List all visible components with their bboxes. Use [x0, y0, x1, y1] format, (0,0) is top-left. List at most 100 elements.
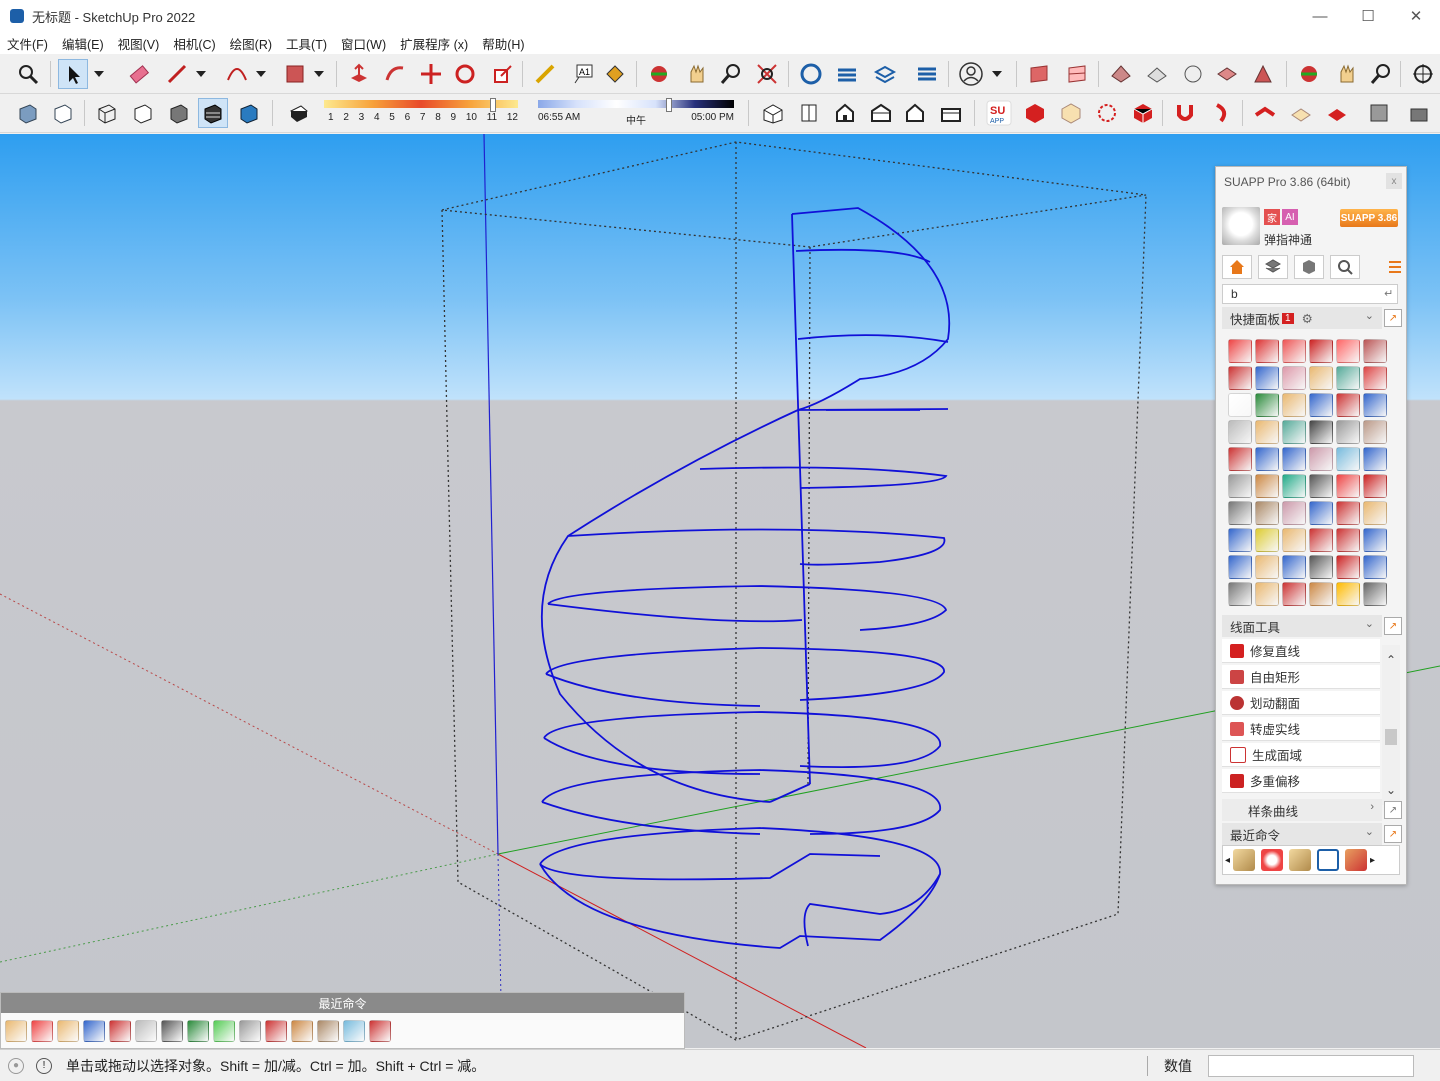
suapp-tool-1-icon[interactable] — [1250, 98, 1280, 128]
recent-command-icon[interactable] — [265, 1020, 287, 1042]
shaded-style-icon[interactable] — [164, 98, 194, 128]
quick-tool-icon[interactable] — [1336, 474, 1360, 498]
quick-tool-icon[interactable] — [1363, 582, 1387, 606]
scroll-down-icon[interactable]: ⌄ — [1386, 783, 1396, 797]
quick-tool-icon[interactable] — [1228, 555, 1252, 579]
quick-tool-icon[interactable] — [1309, 393, 1333, 417]
zoom-icon[interactable] — [716, 59, 746, 89]
recent-tool-icon[interactable] — [1345, 849, 1368, 871]
avatar[interactable] — [1222, 207, 1260, 245]
quick-tool-icon[interactable] — [1255, 366, 1279, 390]
back-edges-style-icon[interactable] — [48, 98, 78, 128]
quick-tool-icon[interactable] — [1255, 528, 1279, 552]
home-tab-icon[interactable] — [1222, 255, 1252, 279]
quick-tool-icon[interactable] — [1228, 447, 1252, 471]
quick-tool-icon[interactable] — [1228, 501, 1252, 525]
suapp-red-cube-icon[interactable] — [1128, 98, 1158, 128]
quick-tool-icon[interactable] — [1363, 420, 1387, 444]
suapp-tool-3-icon[interactable] — [1322, 98, 1352, 128]
quick-tool-icon[interactable] — [1282, 366, 1306, 390]
suapp-tool-2-icon[interactable] — [1286, 98, 1316, 128]
spline-submenu[interactable]: 样条曲线 › — [1222, 799, 1382, 821]
quick-tool-icon[interactable] — [1255, 393, 1279, 417]
quick-tool-icon[interactable] — [1282, 339, 1306, 363]
quick-tool-icon[interactable] — [1282, 447, 1306, 471]
recent-tool-icon[interactable] — [1317, 849, 1340, 871]
scroll-left-icon[interactable]: ◂ — [1225, 855, 1230, 866]
chevron-down-icon[interactable]: ⌄ — [1365, 309, 1374, 322]
recent-command-icon[interactable] — [317, 1020, 339, 1042]
quick-tool-icon[interactable] — [1309, 447, 1333, 471]
quick-tool-icon[interactable] — [1255, 582, 1279, 606]
recent-command-icon[interactable] — [369, 1020, 391, 1042]
quick-tool-icon[interactable] — [1309, 582, 1333, 606]
quick-tool-icon[interactable] — [1336, 339, 1360, 363]
list-item[interactable]: 修复直线 — [1222, 639, 1380, 663]
quick-tool-icon[interactable] — [1282, 393, 1306, 417]
wireframe-style-icon[interactable] — [92, 98, 122, 128]
quick-tool-icon[interactable] — [1309, 420, 1333, 444]
quick-tool-icon[interactable] — [1336, 393, 1360, 417]
quick-tool-icon[interactable] — [1336, 582, 1360, 606]
zoom-window-icon[interactable] — [13, 59, 43, 89]
quick-tool-icon[interactable] — [1309, 339, 1333, 363]
quick-tool-icon[interactable] — [1309, 555, 1333, 579]
quick-tool-icon[interactable] — [1228, 420, 1252, 444]
arc-icon[interactable] — [222, 59, 252, 89]
menu-help[interactable]: 帮助(H) — [475, 34, 531, 53]
quick-tool-icon[interactable] — [1228, 474, 1252, 498]
popout-icon[interactable]: ↗ — [1384, 617, 1402, 635]
menu-draw[interactable]: 绘图(R) — [223, 34, 279, 53]
scrollbar-thumb[interactable] — [1385, 729, 1397, 745]
quick-tool-icon[interactable] — [1363, 366, 1387, 390]
maximize-button[interactable]: ☐ — [1344, 0, 1392, 32]
quick-tool-icon[interactable] — [1363, 447, 1387, 471]
quick-tool-icon[interactable] — [1228, 366, 1252, 390]
quick-tool-icon[interactable] — [1255, 339, 1279, 363]
info-icon[interactable]: ! — [36, 1057, 52, 1074]
zoom-extents-icon[interactable] — [752, 59, 782, 89]
quick-tool-icon[interactable] — [1228, 339, 1252, 363]
quick-tool-icon[interactable] — [1336, 501, 1360, 525]
top-view-icon[interactable] — [794, 98, 824, 128]
suapp-logo-icon[interactable]: SU APP — [984, 98, 1014, 128]
sandbox-stamp-icon[interactable] — [1212, 59, 1242, 89]
left-view-icon[interactable] — [936, 98, 966, 128]
measurements-input[interactable] — [1208, 1054, 1414, 1077]
recent-command-icon[interactable] — [343, 1020, 365, 1042]
push-pull-icon[interactable] — [344, 59, 374, 89]
suapp-close-button[interactable]: x — [1386, 173, 1402, 189]
pan-hand-icon-2[interactable] — [1332, 59, 1362, 89]
layers-icon[interactable] — [870, 59, 900, 89]
recent-command-icon[interactable] — [187, 1020, 209, 1042]
command-search-input[interactable]: b — [1222, 284, 1398, 304]
quick-tool-icon[interactable] — [1255, 420, 1279, 444]
recent-command-icon[interactable] — [109, 1020, 131, 1042]
menu-window[interactable]: 窗口(W) — [334, 34, 393, 53]
section-cut-icon[interactable] — [1062, 59, 1092, 89]
enter-icon[interactable]: ↵ — [1384, 287, 1393, 300]
line-pencil-icon[interactable] — [162, 59, 192, 89]
shadow-toggle-icon[interactable] — [284, 98, 314, 128]
quick-tool-icon[interactable] — [1309, 474, 1333, 498]
line-dropdown-chevron-icon[interactable] — [190, 59, 212, 89]
chevron-down-icon[interactable]: ⌄ — [1365, 617, 1374, 630]
rotate-icon[interactable] — [450, 59, 480, 89]
minimize-button[interactable]: — — [1296, 0, 1344, 32]
recent-command-icon[interactable] — [161, 1020, 183, 1042]
popout-icon[interactable]: ↗ — [1384, 825, 1402, 843]
suapp-tool-4-icon[interactable] — [1364, 98, 1394, 128]
popout-icon[interactable]: ↗ — [1384, 309, 1402, 327]
chevron-down-icon[interactable]: ⌄ — [1365, 825, 1374, 838]
tape-measure-icon[interactable] — [530, 59, 560, 89]
search-tab-icon[interactable] — [1330, 255, 1360, 279]
recent-command-icon[interactable] — [135, 1020, 157, 1042]
extension-warehouse-icon[interactable] — [832, 59, 862, 89]
quick-tool-icon[interactable] — [1282, 582, 1306, 606]
quick-tool-icon[interactable] — [1255, 501, 1279, 525]
quick-tool-icon[interactable] — [1228, 582, 1252, 606]
quick-tool-icon[interactable] — [1282, 501, 1306, 525]
ai-badge[interactable]: AI — [1282, 209, 1298, 225]
quick-tool-icon[interactable] — [1309, 528, 1333, 552]
list-item[interactable]: 划动翻面 — [1222, 691, 1380, 715]
